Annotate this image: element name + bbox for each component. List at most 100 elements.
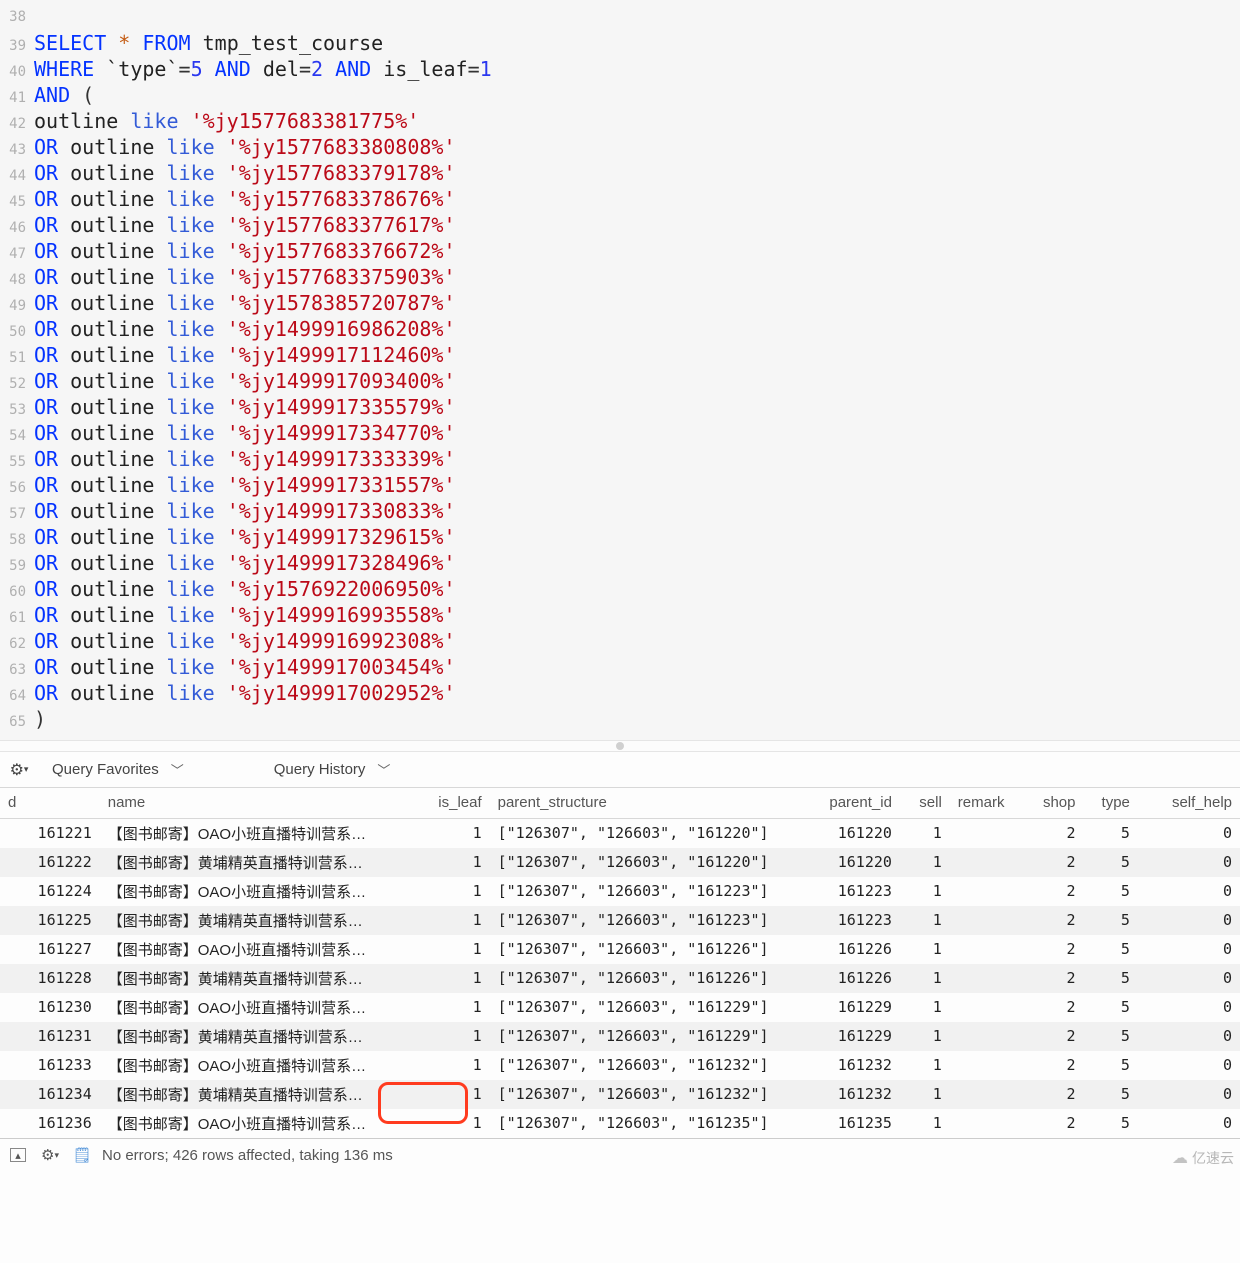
code-line[interactable]: 52OR outline like '%jy1499917093400%' (0, 368, 1240, 394)
cell-shop[interactable]: 2 (1029, 935, 1083, 964)
col-header-name[interactable]: name (100, 788, 417, 818)
cell-shop[interactable]: 2 (1029, 1080, 1083, 1109)
cell-is_leaf[interactable]: 1 (417, 993, 490, 1022)
cell-ps[interactable]: ["126307", "126603", "161223"] (490, 906, 796, 935)
cell-name[interactable]: 【图书邮寄】OAO小班直播特训营系… (100, 877, 417, 906)
cell-type[interactable]: 5 (1084, 848, 1138, 877)
cell-d[interactable]: 161222 (0, 848, 100, 877)
cell-d[interactable]: 161221 (0, 818, 100, 848)
cell-sell[interactable]: 1 (900, 1080, 950, 1109)
code-line[interactable]: 51OR outline like '%jy1499917112460%' (0, 342, 1240, 368)
cell-d[interactable]: 161233 (0, 1051, 100, 1080)
cell-d[interactable]: 161224 (0, 877, 100, 906)
cell-ps[interactable]: ["126307", "126603", "161220"] (490, 818, 796, 848)
cell-ps[interactable]: ["126307", "126603", "161226"] (490, 935, 796, 964)
code-line[interactable]: 55OR outline like '%jy1499917333339%' (0, 446, 1240, 472)
cell-type[interactable]: 5 (1084, 877, 1138, 906)
code-line[interactable]: 50OR outline like '%jy1499916986208%' (0, 316, 1240, 342)
cell-shop[interactable]: 2 (1029, 848, 1083, 877)
code-line[interactable]: 61OR outline like '%jy1499916993558%' (0, 602, 1240, 628)
cell-type[interactable]: 5 (1084, 935, 1138, 964)
cell-remark[interactable] (950, 1080, 1029, 1109)
code-line[interactable]: 38 (0, 4, 1240, 30)
gear-icon[interactable]: ⚙︎▾ (38, 1143, 62, 1167)
gear-icon[interactable]: ⚙︎▾ (6, 759, 32, 781)
code-line[interactable]: 54OR outline like '%jy1499917334770%' (0, 420, 1240, 446)
cell-is_leaf[interactable]: 1 (417, 906, 490, 935)
code-line[interactable]: 60OR outline like '%jy1576922006950%' (0, 576, 1240, 602)
cell-remark[interactable] (950, 993, 1029, 1022)
cell-is_leaf[interactable]: 1 (417, 1022, 490, 1051)
cell-is_leaf[interactable]: 1 (417, 818, 490, 848)
cell-self[interactable]: 0 (1138, 906, 1240, 935)
sql-editor[interactable]: 3839SELECT * FROM tmp_test_course40WHERE… (0, 0, 1240, 740)
cell-type[interactable]: 5 (1084, 1051, 1138, 1080)
cell-ps[interactable]: ["126307", "126603", "161220"] (490, 848, 796, 877)
cell-shop[interactable]: 2 (1029, 877, 1083, 906)
cell-pid[interactable]: 161232 (796, 1051, 900, 1080)
cell-type[interactable]: 5 (1084, 1109, 1138, 1138)
cell-name[interactable]: 【图书邮寄】OAO小班直播特训营系… (100, 1051, 417, 1080)
cell-d[interactable]: 161225 (0, 906, 100, 935)
table-row[interactable]: 161236【图书邮寄】OAO小班直播特训营系…1["126307", "126… (0, 1109, 1240, 1138)
cell-pid[interactable]: 161226 (796, 964, 900, 993)
cell-pid[interactable]: 161229 (796, 993, 900, 1022)
cell-remark[interactable] (950, 906, 1029, 935)
cell-type[interactable]: 5 (1084, 818, 1138, 848)
cell-remark[interactable] (950, 818, 1029, 848)
cell-ps[interactable]: ["126307", "126603", "161226"] (490, 964, 796, 993)
cell-is_leaf[interactable]: 1 (417, 964, 490, 993)
cell-ps[interactable]: ["126307", "126603", "161232"] (490, 1051, 796, 1080)
cell-name[interactable]: 【图书邮寄】OAO小班直播特训营系… (100, 818, 417, 848)
cell-self[interactable]: 0 (1138, 818, 1240, 848)
cell-is_leaf[interactable]: 1 (417, 1051, 490, 1080)
col-header-parent_id[interactable]: parent_id (796, 788, 900, 818)
table-row[interactable]: 161234【图书邮寄】黄埔精英直播特训营系…1["126307", "1266… (0, 1080, 1240, 1109)
code-line[interactable]: 42outline like '%jy1577683381775%' (0, 108, 1240, 134)
console-icon[interactable]: 🗒 (70, 1143, 94, 1167)
code-line[interactable]: 44OR outline like '%jy1577683379178%' (0, 160, 1240, 186)
cell-type[interactable]: 5 (1084, 964, 1138, 993)
cell-d[interactable]: 161228 (0, 964, 100, 993)
code-line[interactable]: 57OR outline like '%jy1499917330833%' (0, 498, 1240, 524)
table-row[interactable]: 161224【图书邮寄】OAO小班直播特训营系…1["126307", "126… (0, 877, 1240, 906)
code-line[interactable]: 48OR outline like '%jy1577683375903%' (0, 264, 1240, 290)
layout-toggle-icon[interactable]: ▴ (6, 1143, 30, 1167)
cell-shop[interactable]: 2 (1029, 818, 1083, 848)
cell-sell[interactable]: 1 (900, 993, 950, 1022)
cell-pid[interactable]: 161220 (796, 818, 900, 848)
cell-self[interactable]: 0 (1138, 1051, 1240, 1080)
pane-drag-handle[interactable] (0, 740, 1240, 752)
cell-is_leaf[interactable]: 1 (417, 877, 490, 906)
cell-self[interactable]: 0 (1138, 1022, 1240, 1051)
cell-type[interactable]: 5 (1084, 1080, 1138, 1109)
cell-d[interactable]: 161227 (0, 935, 100, 964)
cell-sell[interactable]: 1 (900, 906, 950, 935)
query-history-dropdown[interactable]: Query History ﹀ (274, 760, 391, 779)
col-header-is_leaf[interactable]: is_leaf (417, 788, 490, 818)
table-row[interactable]: 161231【图书邮寄】黄埔精英直播特训营系…1["126307", "1266… (0, 1022, 1240, 1051)
cell-ps[interactable]: ["126307", "126603", "161235"] (490, 1109, 796, 1138)
cell-name[interactable]: 【图书邮寄】黄埔精英直播特训营系… (100, 964, 417, 993)
cell-name[interactable]: 【图书邮寄】OAO小班直播特训营系… (100, 1109, 417, 1138)
cell-remark[interactable] (950, 877, 1029, 906)
cell-remark[interactable] (950, 1022, 1029, 1051)
cell-sell[interactable]: 1 (900, 1022, 950, 1051)
cell-remark[interactable] (950, 848, 1029, 877)
code-line[interactable]: 39SELECT * FROM tmp_test_course (0, 30, 1240, 56)
cell-pid[interactable]: 161235 (796, 1109, 900, 1138)
table-row[interactable]: 161233【图书邮寄】OAO小班直播特训营系…1["126307", "126… (0, 1051, 1240, 1080)
code-line[interactable]: 58OR outline like '%jy1499917329615%' (0, 524, 1240, 550)
cell-remark[interactable] (950, 1051, 1029, 1080)
cell-pid[interactable]: 161229 (796, 1022, 900, 1051)
code-line[interactable]: 63OR outline like '%jy1499917003454%' (0, 654, 1240, 680)
cell-ps[interactable]: ["126307", "126603", "161223"] (490, 877, 796, 906)
code-line[interactable]: 43OR outline like '%jy1577683380808%' (0, 134, 1240, 160)
table-row[interactable]: 161221【图书邮寄】OAO小班直播特训营系…1["126307", "126… (0, 818, 1240, 848)
cell-is_leaf[interactable]: 1 (417, 935, 490, 964)
code-line[interactable]: 45OR outline like '%jy1577683378676%' (0, 186, 1240, 212)
cell-shop[interactable]: 2 (1029, 1051, 1083, 1080)
cell-remark[interactable] (950, 1109, 1029, 1138)
cell-sell[interactable]: 1 (900, 964, 950, 993)
table-row[interactable]: 161230【图书邮寄】OAO小班直播特训营系…1["126307", "126… (0, 993, 1240, 1022)
